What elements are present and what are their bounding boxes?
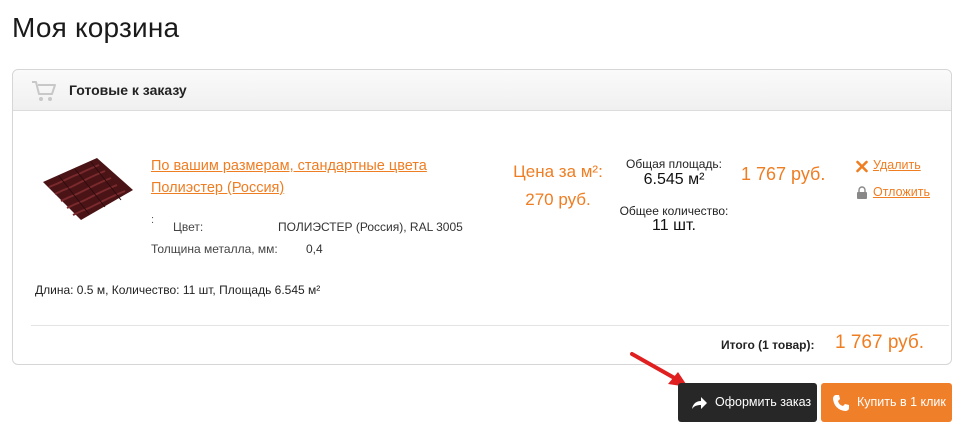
- panel-title: Готовые к заказу: [69, 82, 187, 98]
- spec-separator: :: [151, 214, 155, 226]
- total-label: Итого (1 товар):: [721, 338, 815, 352]
- area-value: 6.545 м²: [643, 171, 705, 188]
- delete-link[interactable]: Удалить: [873, 158, 921, 172]
- page-title: Моя корзина: [12, 12, 180, 43]
- product-name-link[interactable]: По вашим размерам, стандартные цвета: [151, 158, 481, 174]
- unit-price-label: Цена за м²:: [513, 162, 603, 181]
- quantity-value: 11 шт.: [652, 217, 696, 234]
- line-total: 1 767 руб.: [741, 164, 826, 184]
- checkout-button-label: Оформить заказ: [715, 395, 812, 409]
- panel-header: Готовые к заказу: [13, 70, 951, 111]
- postpone-link[interactable]: Отложить: [873, 185, 930, 199]
- total-value: 1 767 руб.: [835, 332, 925, 353]
- divider: [31, 325, 949, 326]
- one-click-buy-button[interactable]: Купить в 1 клик: [821, 383, 952, 422]
- dimensions-line: Длина: 0.5 м, Количество: 11 шт, Площадь…: [35, 283, 321, 297]
- lock-icon[interactable]: [856, 186, 868, 199]
- product-image[interactable]: [35, 154, 135, 224]
- unit-price-value: 270 руб.: [525, 190, 591, 209]
- checkout-button[interactable]: Оформить заказ: [678, 383, 817, 422]
- cart-panel: Готовые к заказу По вашим размерам, стан…: [12, 69, 952, 365]
- cart-icon: [32, 81, 56, 101]
- one-click-buy-label: Купить в 1 клик: [857, 395, 946, 409]
- phone-icon: [833, 395, 849, 411]
- quantity-label: Общее количество:: [619, 204, 729, 218]
- product-name-link-line2[interactable]: Полиэстер (Россия): [151, 180, 481, 196]
- spec-thickness-label: Толщина металла, мм:: [151, 242, 278, 256]
- spec-color-label: Цвет:: [173, 220, 204, 234]
- spec-thickness-value: 0,4: [306, 242, 323, 256]
- area-label: Общая площадь:: [625, 157, 723, 171]
- delete-icon[interactable]: [856, 160, 868, 173]
- spec-color-value: ПОЛИЭСТЕР (Россия), RAL 3005: [278, 220, 463, 234]
- unit-price: Цена за м²: 270 руб.: [503, 158, 613, 214]
- share-arrow-icon: [692, 397, 707, 409]
